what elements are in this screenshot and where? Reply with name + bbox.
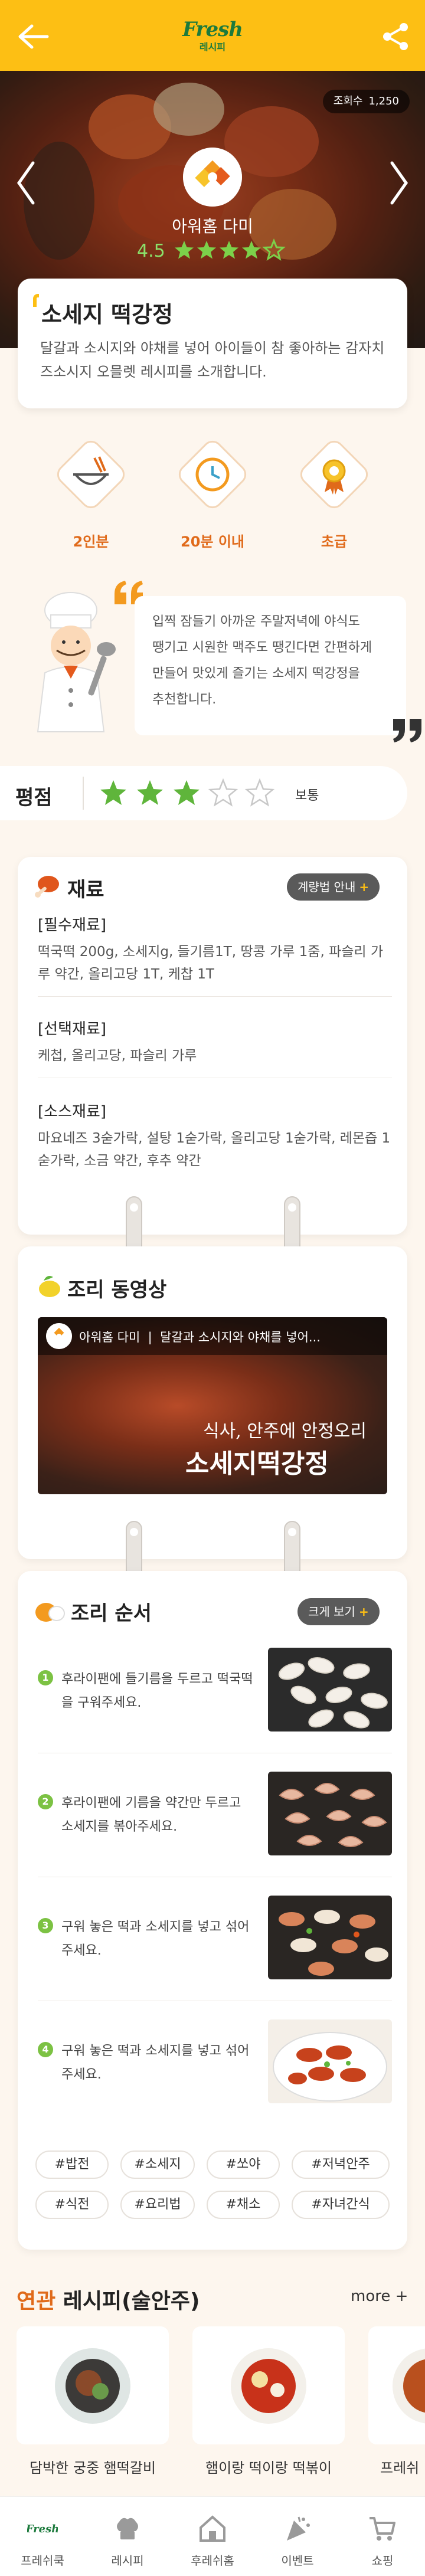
rating-stars-icon[interactable] xyxy=(99,778,282,809)
hashtag[interactable]: #요리법 xyxy=(120,2191,195,2219)
step-item: 1 후라이팬에 들기름을 두르고 떡국떡을 구워주세요. xyxy=(38,1648,392,1760)
rating-label: 평점 xyxy=(15,786,53,810)
speech-line: 추천합니다. xyxy=(152,692,217,707)
video-section-title: 조리 동영상 xyxy=(67,1278,167,1302)
info-label: 2인분 xyxy=(73,533,109,550)
hashtag[interactable]: #자녀간식 xyxy=(292,2191,390,2219)
hashtag[interactable]: #식전 xyxy=(35,2191,109,2219)
prev-arrow-icon[interactable] xyxy=(14,159,38,207)
hashtag[interactable]: #소세지 xyxy=(120,2151,195,2179)
nav-label: 쇼핑 xyxy=(371,2554,394,2568)
ingredients-card: 재료 계량법 안내 + [필수재료] 떡국떡 200g, 소세지g, 들기름1T,… xyxy=(18,857,407,1235)
video-caption: 식사, 안주에 안정오리 xyxy=(203,1421,367,1442)
dish-photo xyxy=(231,2348,306,2424)
speech-line: 땡기고 시원한 맥주도 땡긴다면 간편하게 xyxy=(152,640,372,655)
related-card[interactable] xyxy=(192,2326,345,2444)
fresh-logo-icon: Fresh xyxy=(27,2523,58,2535)
clock-icon xyxy=(178,440,247,509)
dish-photo xyxy=(55,2348,130,2424)
hashtag[interactable]: #쏘야 xyxy=(207,2151,280,2179)
video-caption-title: 소세지떡강정 xyxy=(185,1449,329,1479)
step-photo xyxy=(268,1648,392,1731)
nav-label: 프레쉬쿡 xyxy=(21,2554,64,2568)
step-item: 2 후라이팬에 기름을 약간만 두르고 소세지를 볶아주세요. xyxy=(38,1772,392,1884)
cart-icon xyxy=(370,2517,395,2541)
steps-card: 조리 순서 크게 보기 + 1 후라이팬에 들기름을 두르고 떡국떡을 구워주세요… xyxy=(18,1571,407,2250)
hashtag[interactable]: #채소 xyxy=(207,2191,280,2219)
fresh-recipe-logo[interactable]: Fresh 레시피 xyxy=(177,18,248,60)
ingredient-section: [필수재료] 떡국떡 200g, 소세지g, 들기름1T, 땅콩 가루 1줌, … xyxy=(38,914,392,997)
step-photo xyxy=(268,2019,392,2103)
nav-recipe[interactable]: 레시피 xyxy=(85,2497,170,2576)
step-item: 3 구워 놓은 떡과 소세지를 넣고 섞어주세요. xyxy=(38,1896,392,2008)
nav-fresh-home[interactable]: 후레쉬홈 xyxy=(170,2497,255,2576)
info-label: 20분 이내 xyxy=(181,533,244,550)
party-icon xyxy=(287,2516,310,2541)
step-item: 4 구워 놓은 떡과 소세지를 넣고 섞어주세요. xyxy=(38,2019,392,2132)
hero-stars-icon xyxy=(175,240,285,260)
related-name[interactable]: 햄이랑 떡이랑 떡볶이 xyxy=(192,2456,345,2477)
rating-bar: 평점 보통 xyxy=(0,766,407,820)
step-photo xyxy=(268,1772,392,1855)
share-icon[interactable] xyxy=(380,21,411,52)
creator-avatar[interactable] xyxy=(183,148,242,207)
back-arrow-icon[interactable] xyxy=(17,22,50,51)
steps-title: 조리 순서 xyxy=(71,1602,152,1625)
ingredients-title: 재료 xyxy=(67,878,104,902)
svg-text:Fresh: Fresh xyxy=(27,2523,58,2535)
ingredient-section: [선택재료] 케첩, 올리고당, 파슬리 가루 xyxy=(38,1017,392,1078)
rating-value: 4.5 xyxy=(137,241,165,261)
nav-label: 후레쉬홈 xyxy=(191,2554,234,2568)
chef-hat-icon xyxy=(117,2518,138,2539)
app-header: Fresh 레시피 xyxy=(0,0,425,71)
onion-icon xyxy=(35,1603,65,1622)
related-card[interactable] xyxy=(368,2326,425,2444)
bowl-icon xyxy=(57,440,125,509)
related-name[interactable]: 프레쉬 xyxy=(380,2456,425,2477)
ingredient-section: [소스재료] 마요네즈 3숟가락, 설탕 1숟가락, 올리고당 1숟가락, 레몬… xyxy=(38,1103,391,1168)
nav-shopping[interactable]: 쇼핑 xyxy=(340,2497,425,2576)
nav-label: 이벤트 xyxy=(281,2554,314,2568)
nav-label: 레시피 xyxy=(111,2554,144,2568)
view-large-button[interactable]: 크게 보기 + xyxy=(298,1598,380,1625)
speech-line: 만들어 맛있게 즐기는 소세지 떡강정을 xyxy=(152,666,360,681)
recipe-title-card: 소세지 떡강정 달갈과 소시지와 야채를 넣어 아이들이 참 좋아하는 감자치즈… xyxy=(18,279,407,408)
channel-logo-icon xyxy=(46,1323,72,1349)
recipe-title: 소세지 떡강정 xyxy=(41,302,173,328)
hashtag[interactable]: #저녁안주 xyxy=(292,2151,390,2179)
related-card[interactable] xyxy=(17,2326,169,2444)
next-arrow-icon[interactable] xyxy=(387,159,411,207)
related-title: 연관 레시피(술안주) xyxy=(17,2289,200,2313)
lemon-icon xyxy=(39,1276,60,1297)
drumstick-icon xyxy=(35,876,59,898)
hashtag[interactable]: #밥전 xyxy=(35,2151,109,2179)
more-link[interactable]: more + xyxy=(351,2287,408,2305)
speech-line: 입찍 잠들기 아까운 주말저녁에 야식도 xyxy=(152,614,360,629)
medal-icon xyxy=(300,440,368,509)
hero-rating: 4.5 xyxy=(137,238,290,262)
chef-speech-bubble: 입찍 잠들기 아까운 주말저녁에 야식도 땡기고 시원한 맥주도 땡긴다면 간편… xyxy=(135,596,406,735)
nav-fresh-cook[interactable]: Fresh 프레쉬쿡 xyxy=(0,2497,85,2576)
video-title: 아워홈 다미 | 달갈과 소시지와 야채를 넣어... xyxy=(79,1330,321,1344)
title-accent xyxy=(33,294,39,307)
view-count-badge: 조회수 1,250 xyxy=(322,90,410,113)
rating-divider xyxy=(83,777,84,810)
home-icon xyxy=(200,2515,225,2542)
video-card: 조리 동영상 아워홈 다미 | 달갈과 소시지와 야채를 넣어... 식사, 안… xyxy=(18,1246,407,1559)
creator-name[interactable]: 아워홈 다미 xyxy=(0,214,425,237)
recipe-description: 달갈과 소시지와 야채를 넣어 아이들이 참 좋아하는 감자치즈소시지 오믈렛 … xyxy=(40,340,385,380)
rating-text: 보통 xyxy=(295,788,319,803)
quote-close-icon xyxy=(393,719,421,742)
nav-event[interactable]: 이벤트 xyxy=(255,2497,340,2576)
related-name[interactable]: 담박한 궁중 햄떡갈비 xyxy=(17,2456,169,2477)
step-photo xyxy=(268,1896,392,1979)
bottom-nav: Fresh 프레쉬쿡 레시피 후레쉬홈 이벤트 쇼핑 xyxy=(0,2496,425,2576)
video-player[interactable]: 아워홈 다미 | 달갈과 소시지와 야채를 넣어... 식사, 안주에 안정오리… xyxy=(38,1317,387,1494)
dish-photo xyxy=(393,2348,425,2424)
info-label: 초급 xyxy=(321,533,348,550)
measure-guide-button[interactable]: 계량법 안내 + xyxy=(287,873,380,901)
